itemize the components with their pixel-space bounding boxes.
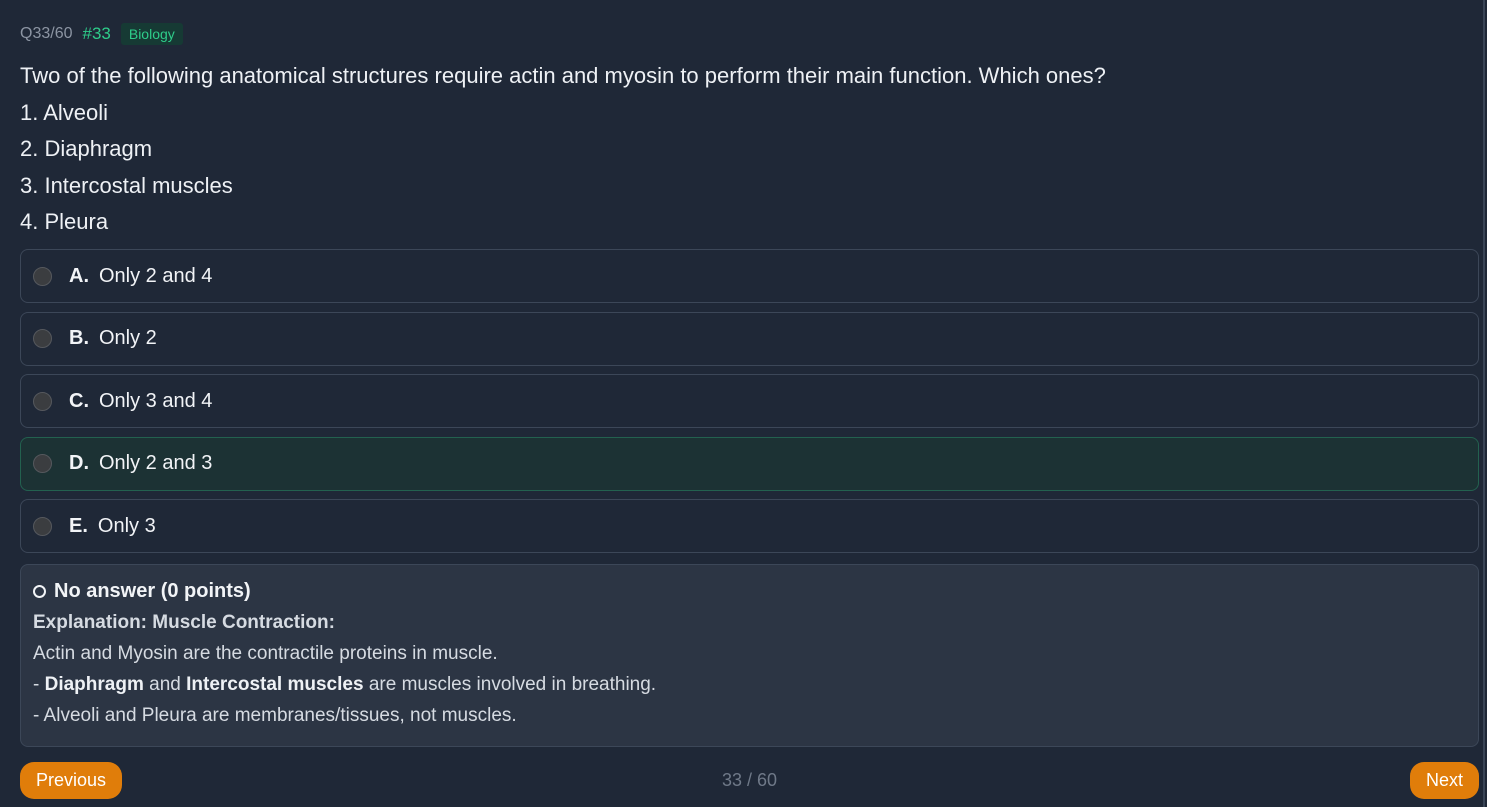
explanation-line: - Alveoli and Pleura are membranes/tissu…: [33, 705, 517, 726]
explanation-line: Actin and Myosin are the contractile pro…: [33, 643, 498, 664]
option-d-correct[interactable]: D. Only 2 and 3: [20, 436, 1479, 491]
radio-icon[interactable]: [33, 516, 52, 536]
option-b[interactable]: B. Only 2: [20, 311, 1479, 366]
radio-icon[interactable]: [33, 329, 52, 348]
previous-button[interactable]: Previous: [20, 762, 123, 799]
question-block: Two of the following anatomical structur…: [20, 58, 1460, 241]
question-count: Q33/60: [20, 25, 73, 42]
radio-icon[interactable]: [33, 266, 52, 286]
radio-icon[interactable]: [33, 391, 52, 411]
next-button[interactable]: Next: [1409, 762, 1479, 799]
page-indicator: 33 / 60: [721, 770, 778, 790]
text-fragment: and: [143, 674, 187, 695]
answer-options: A. Only 2 and 4 B. Only 2 C. Only 3 and …: [20, 249, 1479, 562]
question-meta: Q33/60 #33 Biology: [20, 21, 183, 47]
bold-term: Intercostal muscles: [186, 674, 364, 695]
question-item: 2. Diaphragm: [20, 136, 153, 162]
explanation-panel: No answer (0 points) Explanation: Muscle…: [20, 564, 1479, 747]
option-text: Only 3: [97, 514, 156, 537]
option-letter: A.: [69, 264, 89, 287]
text-fragment: are muscles involved in breathing.: [363, 674, 657, 695]
option-letter: E.: [69, 514, 88, 537]
question-item: 3. Intercostal muscles: [20, 172, 233, 198]
bold-term: Diaphragm: [44, 674, 144, 695]
text-fragment: -: [33, 674, 45, 695]
option-letter: D.: [69, 452, 89, 474]
answer-status: No answer (0 points): [33, 577, 1466, 605]
question-item: 4. Pleura: [20, 209, 109, 235]
option-a[interactable]: A. Only 2 and 4: [20, 249, 1479, 303]
answer-status-text: No answer (0 points): [54, 579, 251, 602]
option-letter: C.: [69, 389, 89, 412]
explanation-line: - Diaphragm and Intercostal muscles are …: [33, 674, 1466, 700]
option-e[interactable]: E. Only 3: [20, 499, 1479, 553]
option-text: Only 3 and 4: [99, 389, 213, 412]
option-text: Only 2: [99, 327, 157, 349]
empty-circle-icon: [33, 584, 46, 598]
question-item: 1. Alveoli: [20, 99, 109, 125]
radio-icon[interactable]: [33, 454, 52, 473]
question-number: #33: [82, 24, 111, 43]
option-c[interactable]: C. Only 3 and 4: [20, 374, 1479, 428]
navigation-footer: Previous 33 / 60 Next: [20, 762, 1479, 799]
option-text: Only 2 and 4: [99, 264, 213, 287]
option-text: Only 2 and 3: [99, 452, 213, 474]
category-tag: Biology: [120, 23, 183, 45]
question-text: Two of the following anatomical structur…: [20, 63, 1106, 88]
option-letter: B.: [69, 327, 89, 349]
explanation-title: Explanation: Muscle Contraction:: [33, 612, 335, 633]
